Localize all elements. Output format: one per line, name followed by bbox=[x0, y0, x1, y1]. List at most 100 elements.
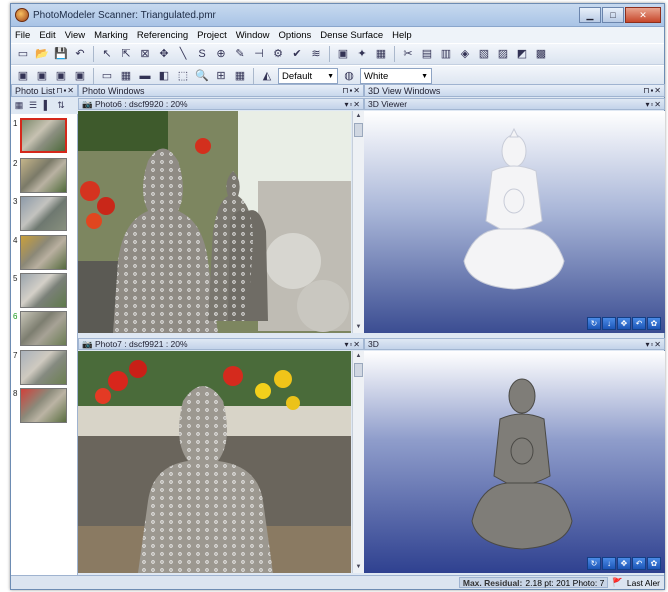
settings-icon[interactable]: ✿ bbox=[647, 557, 661, 570]
multi-select-icon[interactable]: ⇱ bbox=[118, 46, 134, 62]
rotate-icon[interactable]: ↻ bbox=[587, 317, 601, 330]
scroll-up-icon[interactable]: ▲ bbox=[353, 351, 364, 362]
white-combo[interactable]: White ▼ bbox=[360, 68, 432, 84]
reset-icon[interactable]: ↶ bbox=[632, 317, 646, 330]
panel-controls-icon[interactable]: ⊓▪✕ bbox=[56, 86, 75, 95]
pan-icon[interactable]: ✥ bbox=[617, 557, 631, 570]
settings-icon[interactable]: ✿ bbox=[647, 317, 661, 330]
subwindow-controls-icon[interactable]: ▾▫✕ bbox=[344, 100, 361, 109]
reference-icon[interactable]: ✥ bbox=[156, 46, 172, 62]
photo-thumbnail[interactable] bbox=[20, 118, 67, 153]
save-icon[interactable]: 💾 bbox=[53, 46, 69, 62]
scroll-down-icon[interactable]: ▼ bbox=[353, 322, 364, 333]
magnify-icon[interactable]: 🔍 bbox=[194, 68, 210, 84]
down-arrow-icon[interactable]: ↓ bbox=[602, 317, 616, 330]
tool-b-icon[interactable]: ▤ bbox=[419, 46, 435, 62]
scroll-thumb[interactable] bbox=[354, 123, 363, 137]
photo-thumbnail[interactable] bbox=[20, 273, 67, 308]
view-c-icon[interactable]: ▣ bbox=[53, 68, 69, 84]
viewer3d-canvas[interactable]: ↻ ↓ ✥ ↶ ✿ bbox=[364, 111, 665, 333]
menu-edit[interactable]: Edit bbox=[39, 30, 55, 41]
scroll-down-icon[interactable]: ▼ bbox=[353, 562, 364, 573]
open-icon[interactable]: 📂 bbox=[34, 46, 50, 62]
view-b-icon[interactable]: ▣ bbox=[34, 68, 50, 84]
last-alert-button[interactable]: Last Aler bbox=[627, 578, 660, 588]
scroll-up-icon[interactable]: ▲ bbox=[353, 111, 364, 122]
photo6-scrollbar[interactable]: ▲ ▼ bbox=[352, 111, 364, 333]
menu-project[interactable]: Project bbox=[197, 30, 227, 41]
mesh-icon[interactable]: ⚙ bbox=[270, 46, 286, 62]
panel-controls-icon[interactable]: ⊓▪✕ bbox=[342, 86, 361, 95]
rotate-icon[interactable]: ↻ bbox=[587, 557, 601, 570]
menu-referencing[interactable]: Referencing bbox=[137, 30, 188, 41]
sort-icon[interactable]: ⇅ bbox=[55, 99, 67, 111]
view3d-canvas[interactable]: ↻ ↓ ✥ ↶ ✿ bbox=[364, 351, 665, 573]
view-a-icon[interactable]: ▣ bbox=[15, 68, 31, 84]
subwindow-controls-icon[interactable]: ▾▫✕ bbox=[645, 100, 662, 109]
reset-icon[interactable]: ↶ bbox=[632, 557, 646, 570]
menu-marking[interactable]: Marking bbox=[94, 30, 128, 41]
menu-view[interactable]: View bbox=[65, 30, 85, 41]
tool-e-icon[interactable]: ▧ bbox=[476, 46, 492, 62]
target-icon[interactable]: ⊕ bbox=[213, 46, 229, 62]
measure-icon[interactable]: ▬ bbox=[137, 68, 153, 84]
default-combo[interactable]: Default ▼ bbox=[278, 68, 338, 84]
process-icon[interactable]: ✔ bbox=[289, 46, 305, 62]
photo7-image[interactable] bbox=[78, 351, 351, 573]
tool-g-icon[interactable]: ◩ bbox=[514, 46, 530, 62]
thumb-number: 6 bbox=[13, 312, 18, 321]
view3d-windows-header: 3D View Windows ⊓▪✕ bbox=[364, 84, 665, 97]
new-icon[interactable]: ▭ bbox=[15, 46, 31, 62]
photo-thumbnail[interactable] bbox=[20, 158, 67, 193]
menu-help[interactable]: Help bbox=[392, 30, 412, 41]
undo-icon[interactable]: ↶ bbox=[72, 46, 88, 62]
tool-a-icon[interactable]: ✂ bbox=[400, 46, 416, 62]
panel-controls-icon[interactable]: ⊓▪✕ bbox=[643, 86, 662, 95]
tool-h-icon[interactable]: ▩ bbox=[533, 46, 549, 62]
tool-d-icon[interactable]: ◈ bbox=[457, 46, 473, 62]
pan-icon[interactable]: ✥ bbox=[617, 317, 631, 330]
scroll-thumb[interactable] bbox=[354, 363, 363, 377]
photo6-image[interactable] bbox=[78, 111, 351, 333]
menu-options[interactable]: Options bbox=[279, 30, 312, 41]
idealize-icon[interactable]: ≋ bbox=[308, 46, 324, 62]
close-button[interactable]: ✕ bbox=[625, 7, 661, 23]
fit-icon[interactable]: ⊞ bbox=[213, 68, 229, 84]
photo-windows-title: Photo Windows bbox=[82, 85, 145, 96]
render-icon[interactable]: ◧ bbox=[156, 68, 172, 84]
view-d-icon[interactable]: ▣ bbox=[72, 68, 88, 84]
status-bar: Max. Residual: 2.18 pt: 201 Photo: 7 🚩 L… bbox=[11, 575, 664, 589]
tool-f-icon[interactable]: ▨ bbox=[495, 46, 511, 62]
detail-view-icon[interactable]: ▌ bbox=[41, 99, 53, 111]
photo-thumbnail[interactable] bbox=[20, 311, 67, 346]
edge-icon[interactable]: ⊣ bbox=[251, 46, 267, 62]
photo-thumbnail[interactable] bbox=[20, 196, 67, 231]
camera-icon[interactable]: ▣ bbox=[335, 46, 351, 62]
subwindow-controls-icon[interactable]: ▾▫✕ bbox=[344, 340, 361, 349]
table-icon[interactable]: ▦ bbox=[373, 46, 389, 62]
photo7-scrollbar[interactable]: ▲ ▼ bbox=[352, 351, 364, 573]
photo-thumbnail[interactable] bbox=[20, 350, 67, 385]
photo-thumbnail[interactable] bbox=[20, 235, 67, 270]
layout-icon[interactable]: ▭ bbox=[99, 68, 115, 84]
photo-thumbnail[interactable] bbox=[20, 388, 67, 423]
list-view-icon[interactable]: ☰ bbox=[27, 99, 39, 111]
subwindow-controls-icon[interactable]: ▾▫✕ bbox=[645, 340, 662, 349]
menu-file[interactable]: File bbox=[15, 30, 30, 41]
point-mode-icon[interactable]: ⊠ bbox=[137, 46, 153, 62]
pointer-icon[interactable]: ↖ bbox=[99, 46, 115, 62]
menu-dense-surface[interactable]: Dense Surface bbox=[320, 30, 383, 41]
tool-c-icon[interactable]: ▥ bbox=[438, 46, 454, 62]
grid-icon[interactable]: ▦ bbox=[232, 68, 248, 84]
maximize-button[interactable]: □ bbox=[602, 7, 624, 23]
grid-view-icon[interactable]: ▦ bbox=[13, 99, 25, 111]
pencil-icon[interactable]: ✎ bbox=[232, 46, 248, 62]
down-arrow-icon[interactable]: ↓ bbox=[602, 557, 616, 570]
minimize-button[interactable]: ▁ bbox=[579, 7, 601, 23]
curve-icon[interactable]: S bbox=[194, 46, 210, 62]
zoom-box-icon[interactable]: ⬚ bbox=[175, 68, 191, 84]
zoom-window-icon[interactable]: ▦ bbox=[118, 68, 134, 84]
star-icon[interactable]: ✦ bbox=[354, 46, 370, 62]
menu-window[interactable]: Window bbox=[236, 30, 270, 41]
line-icon[interactable]: ╲ bbox=[175, 46, 191, 62]
